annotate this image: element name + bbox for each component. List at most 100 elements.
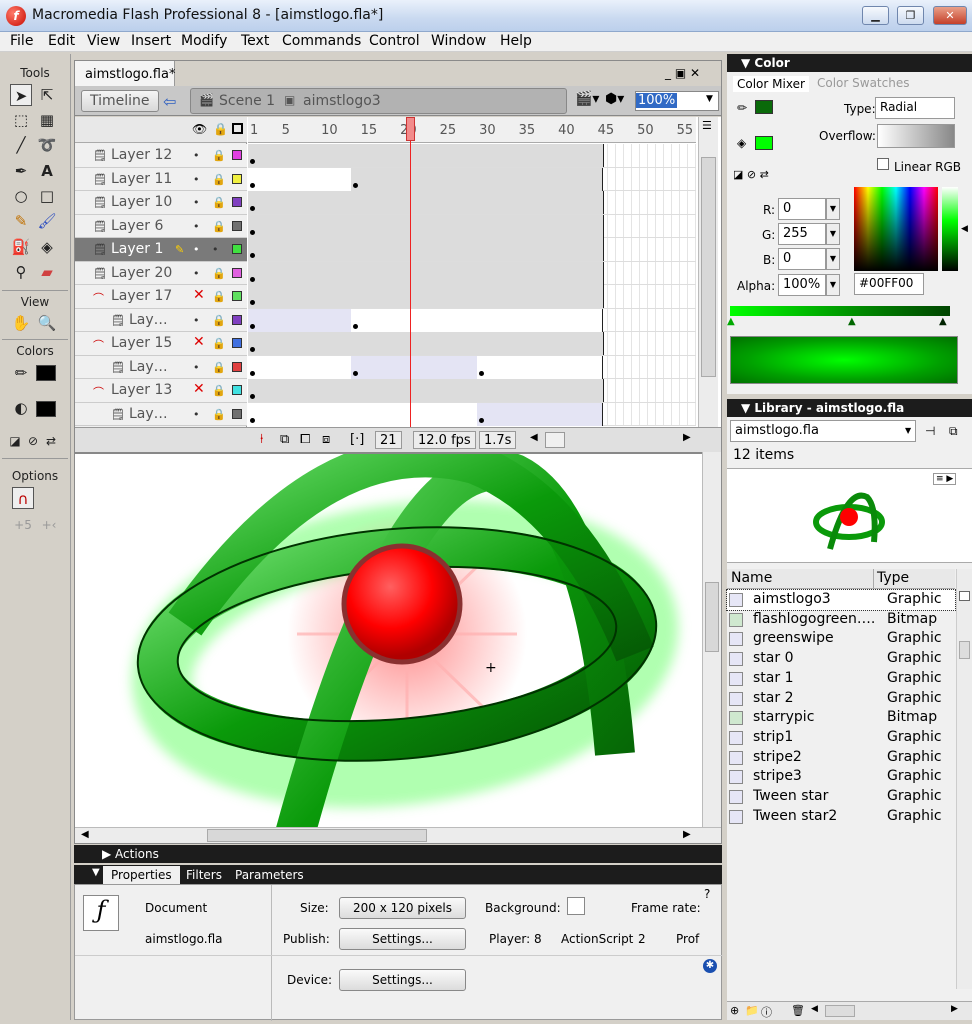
keyframe-dot[interactable] (352, 182, 358, 188)
doc-window-controls[interactable]: _ ▣ ✕ (665, 66, 700, 80)
frame-row[interactable] (248, 238, 696, 262)
pin-library-icon[interactable]: ⊣ (925, 424, 935, 438)
fill-color-swatch[interactable] (36, 401, 56, 417)
visibility-toggle[interactable]: ✕ (193, 381, 205, 397)
lib-hscroll-thumb[interactable] (825, 1005, 855, 1017)
symbol-crumb[interactable]: aimstlogo3 (303, 93, 381, 109)
lock-toggle[interactable]: 🔒 (212, 361, 226, 374)
lock-toggle[interactable]: 🔒 (212, 314, 226, 327)
visibility-toggle[interactable]: ✕ (193, 334, 205, 350)
layer-row[interactable]: 🗒 Layer 10 • 🔒 (75, 191, 247, 215)
eraser-tool-icon[interactable]: ▰ (36, 261, 58, 283)
outline-icon[interactable] (232, 123, 243, 134)
visibility-toggle[interactable]: • (193, 408, 200, 421)
library-item[interactable]: star 1 Graphic (727, 669, 955, 689)
ink-bottle-icon[interactable]: ⛽ (10, 236, 32, 258)
library-item[interactable]: Tween star2 Graphic (727, 807, 955, 827)
menu-commands[interactable]: Commands (282, 33, 361, 49)
lock-toggle[interactable]: 🔒 (212, 173, 226, 186)
r-input[interactable]: 0 (778, 198, 826, 220)
snap-magnet-icon[interactable]: ∩ (12, 487, 34, 509)
back-arrow-icon[interactable]: ⇦ (163, 92, 176, 111)
straighten-icon[interactable]: +‹ (38, 514, 60, 536)
frame-row[interactable] (248, 191, 696, 215)
visibility-toggle[interactable]: • (193, 196, 200, 209)
properties-icon[interactable]: ⓘ (761, 1004, 772, 1020)
gradient-transform-icon[interactable]: ▦ (36, 109, 58, 131)
menu-view[interactable]: View (87, 33, 120, 49)
library-item[interactable]: flashlogogreen…. Bitmap (727, 610, 955, 630)
frame-span[interactable] (248, 191, 604, 214)
fill-color-icon[interactable]: ◐ (10, 397, 32, 419)
keyframe-dot[interactable] (479, 417, 485, 423)
keyframe-dot[interactable] (352, 323, 358, 329)
frame-row[interactable] (248, 308, 696, 332)
outline-color-swatch[interactable] (232, 314, 242, 325)
zoom-select[interactable]: 100% ▼ (635, 91, 719, 111)
frame-grid[interactable]: 1510152025303540455055 (248, 117, 696, 452)
collapse-arrow-icon[interactable]: ▼ (92, 867, 100, 878)
color-utility-icons[interactable]: ◪ ⊘ ⇄ (733, 168, 769, 181)
frame-span[interactable] (248, 214, 604, 238)
keyframe-dot[interactable] (250, 370, 255, 376)
smooth-icon[interactable]: +5 (12, 514, 34, 536)
eye-icon[interactable]: 👁 (192, 122, 207, 136)
lock-toggle[interactable]: 🔒 (212, 337, 226, 350)
menu-window[interactable]: Window (431, 33, 486, 49)
alpha-dropdown[interactable]: ▼ (826, 274, 840, 296)
keyframe-dot[interactable] (250, 276, 255, 282)
logo-artwork[interactable]: + (75, 454, 721, 827)
linear-rgb-checkbox[interactable] (877, 158, 889, 170)
onion-skin-icon[interactable]: ⧉ (280, 432, 289, 447)
outline-color-swatch[interactable] (232, 267, 242, 278)
stroke-swatch[interactable] (755, 100, 773, 114)
frame-row[interactable] (248, 144, 696, 168)
keyframe-dot[interactable] (250, 300, 255, 305)
lib-hscroll-right-icon[interactable]: ▶ (951, 1004, 958, 1014)
b-input[interactable]: 0 (778, 248, 826, 270)
library-item[interactable]: stripe2 Graphic (727, 748, 955, 768)
arrow-tool-icon[interactable]: ➤ (10, 84, 32, 106)
stroke-color-swatch[interactable] (36, 365, 56, 381)
layer-row[interactable]: 🗒 Lay… • 🔒 (75, 402, 247, 426)
free-transform-icon[interactable]: ⬚ (10, 109, 32, 131)
type-select[interactable]: Radial (875, 97, 955, 119)
visibility-toggle[interactable]: • (193, 267, 200, 280)
library-item[interactable]: star 2 Graphic (727, 689, 955, 709)
frame-span[interactable] (248, 379, 604, 402)
lib-hscroll-left-icon[interactable]: ◀ (811, 1004, 818, 1014)
menu-insert[interactable]: Insert (131, 33, 171, 49)
device-settings-button[interactable]: Settings... (339, 969, 466, 991)
pen-tool-icon[interactable]: ✒ (10, 160, 32, 182)
outline-color-swatch[interactable] (232, 408, 242, 419)
layer-row[interactable]: ⌒ Layer 17 ✕ 🔒 (75, 285, 247, 309)
new-symbol-icon[interactable]: ⊕ (730, 1004, 739, 1017)
stage-vscroll-thumb[interactable] (705, 582, 719, 652)
g-input[interactable]: 255 (778, 223, 826, 245)
outline-color-swatch[interactable] (232, 385, 242, 395)
maximize-button[interactable]: ❐ (897, 6, 924, 25)
frame-span[interactable] (248, 167, 359, 191)
visibility-toggle[interactable]: • (193, 314, 200, 327)
onion-outline-icon[interactable]: ⧠ (300, 432, 310, 447)
color-spectrum[interactable] (854, 187, 938, 271)
frame-row[interactable] (248, 402, 696, 426)
outline-color-swatch[interactable] (232, 220, 242, 231)
lock-toggle[interactable]: 🔒 (212, 149, 226, 162)
help-icon[interactable]: ? (704, 887, 710, 901)
new-library-icon[interactable]: ⧉ (949, 424, 958, 439)
center-frame-icon[interactable]: ⍿ (260, 432, 263, 447)
menu-modify[interactable]: Modify (181, 33, 227, 49)
delete-icon[interactable]: 🗑 (791, 1004, 805, 1017)
frame-ruler[interactable]: 1510152025303540455055 (248, 117, 696, 143)
tab-filters[interactable]: Filters (186, 868, 222, 882)
menu-control[interactable]: Control (369, 33, 420, 49)
outline-color-swatch[interactable] (232, 244, 242, 254)
lasso-tool-icon[interactable]: ➰ (36, 134, 58, 156)
outline-color-swatch[interactable] (232, 338, 242, 348)
frame-row[interactable] (248, 355, 696, 379)
color-panel-header[interactable]: ▼ Color (727, 54, 972, 72)
new-folder-icon[interactable]: 📁 (745, 1004, 759, 1017)
library-item[interactable]: starrypic Bitmap (727, 708, 955, 728)
stage-horizontal-scrollbar[interactable]: ◀ ▶ (75, 827, 721, 843)
